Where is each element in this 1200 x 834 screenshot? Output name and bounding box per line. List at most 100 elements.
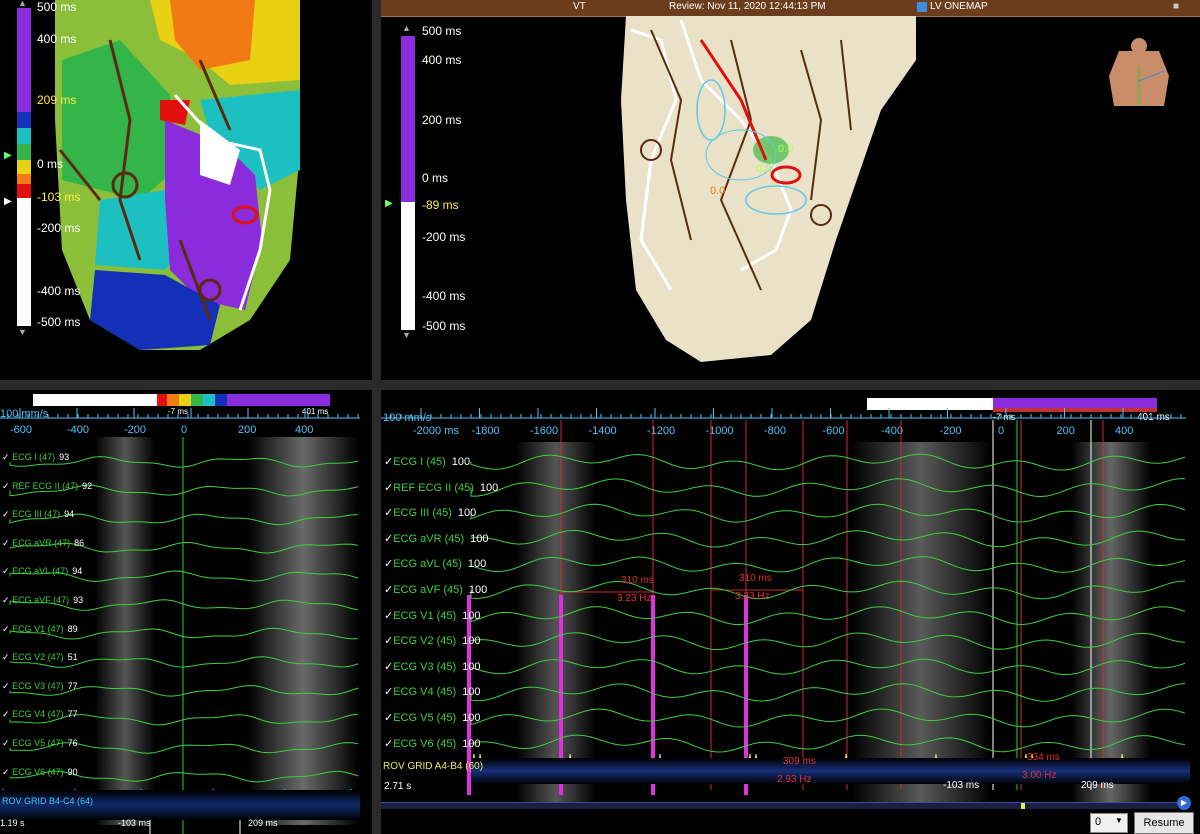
checkmark-icon[interactable]: ✓ — [2, 452, 10, 462]
elapsed-time: 2.71 s — [384, 781, 412, 792]
scale-label: -89 ms — [422, 198, 459, 212]
marker-left-label: -103 ms — [943, 780, 980, 791]
channel-label[interactable]: ✓ ECG V3 (47) 77 — [2, 681, 78, 692]
channel-label[interactable]: ✓ ECG V1 (47) 89 — [2, 624, 78, 635]
channel-label[interactable]: ✓ECG V5 (45) 100 — [384, 711, 481, 724]
channel-label[interactable]: ✓ ECG aVR (47) 86 — [2, 538, 84, 549]
channel-label[interactable]: ✓ ECG I (47) 93 — [2, 452, 69, 463]
channel-gain: 100 — [462, 737, 481, 750]
checkmark-icon[interactable]: ✓ — [384, 686, 393, 698]
channel-gain: 93 — [59, 452, 70, 462]
scale-label: 500 ms — [37, 0, 77, 14]
checkmark-icon[interactable]: ✓ — [384, 507, 393, 519]
play-icon[interactable]: ▶ — [1177, 796, 1191, 810]
channel-label[interactable]: ✓ECG aVR (45) 100 — [384, 532, 489, 545]
horizontal-splitter-right[interactable] — [381, 380, 1200, 390]
scale-label: -200 ms — [422, 230, 466, 244]
channel-label[interactable]: ✓ECG V4 (45) 100 — [384, 685, 481, 698]
checkmark-icon[interactable]: ✓ — [2, 509, 10, 519]
scale-marker-icon[interactable]: ▶ — [385, 198, 393, 209]
checkmark-icon[interactable]: ✓ — [2, 481, 10, 491]
horizontal-splitter-left[interactable] — [0, 380, 372, 390]
channel-label[interactable]: ✓ ECG aVF (47) 93 — [2, 595, 83, 606]
channel-label[interactable]: ✓ECG I (45) 100 — [384, 455, 470, 468]
scale-top-arrow-icon[interactable]: ▲ — [402, 23, 411, 33]
checkmark-icon[interactable]: ✓ — [384, 482, 393, 494]
map-value-label: 0.0 — [778, 143, 794, 155]
checkmark-icon[interactable]: ✓ — [384, 661, 393, 673]
checkmark-icon[interactable]: ✓ — [2, 738, 10, 748]
checkmark-icon[interactable]: ✓ — [2, 538, 10, 548]
channel-gain: 86 — [74, 537, 85, 548]
channel-name: ECG V4 (47) — [12, 709, 64, 720]
checkmark-icon[interactable]: ✓ — [2, 595, 10, 605]
channel-label[interactable]: ✓ECG aVF (45) 100 — [384, 583, 487, 596]
checkmark-icon[interactable]: ✓ — [384, 584, 393, 596]
checkmark-icon[interactable]: ✓ — [2, 624, 10, 634]
ecg-trace — [470, 529, 1186, 548]
scale-marker-icon[interactable]: ▶ — [4, 196, 12, 207]
ecg-trace — [470, 453, 1186, 471]
channel-gain: 94 — [64, 509, 75, 520]
playback-scrollbar[interactable] — [381, 802, 1177, 809]
channel-label[interactable]: ✓ ECG V5 (47) 76 — [2, 738, 78, 749]
marker-right-label: 209 ms — [1081, 780, 1114, 791]
channel-label[interactable]: ✓REF ECG II (45) 100 — [384, 481, 498, 494]
checkmark-icon[interactable]: ✓ — [384, 610, 393, 622]
channel-label[interactable]: ✓ ECG III (47) 94 — [2, 509, 74, 520]
ecg-trace — [470, 683, 1186, 702]
channel-name: ECG I (47) — [12, 452, 56, 462]
channel-label[interactable]: ✓ ECG aVL (47) 94 — [2, 566, 82, 577]
channel-gain: 100 — [457, 507, 477, 520]
channel-label[interactable]: ✓ ECG V6 (47) 90 — [2, 767, 78, 778]
right-map-panel[interactable]: VT Review: Nov 11, 2020 12:44:13 PM LV O… — [381, 0, 1200, 380]
channel-name: ECG aVR (45) — [393, 532, 465, 545]
checkmark-icon[interactable]: ✓ — [384, 635, 393, 647]
step-select-value: 0 — [1095, 816, 1102, 828]
torso-orientation-icon[interactable] — [1099, 36, 1179, 116]
left-map-panel[interactable]: ▲ ▼ ▶ ▶ 500 ms 400 ms 209 ms 0 ms -103 m… — [0, 0, 372, 380]
channel-name: ECG aVR (47) — [12, 537, 71, 548]
scale-bottom-arrow-icon[interactable]: ▼ — [402, 330, 411, 340]
channel-label[interactable]: ✓ ECG V4 (47) 77 — [2, 709, 78, 720]
channel-label[interactable]: ✓ECG aVL (45) 100 — [384, 557, 486, 570]
scale-top-arrow-icon[interactable]: ▲ — [18, 0, 27, 8]
channel-label[interactable]: ✓ ECG V2 (47) 51 — [2, 652, 78, 663]
checkmark-icon[interactable]: ✓ — [2, 709, 10, 719]
right-color-scale[interactable] — [401, 36, 415, 330]
checkmark-icon[interactable]: ✓ — [384, 533, 393, 545]
ecg-trace — [470, 606, 1186, 626]
left-color-scale[interactable] — [17, 8, 31, 326]
left-egm-panel[interactable]: -7 ms 401 ms 100 mm/s -600 -400 -200 0 200 40… — [0, 390, 372, 834]
checkmark-icon[interactable]: ✓ — [2, 767, 10, 777]
vertical-splitter[interactable] — [372, 0, 381, 834]
cycle-length-hz: 3.23 Hz — [735, 591, 770, 602]
scale-marker-icon[interactable]: ▶ — [4, 150, 12, 161]
channel-label[interactable]: ✓ECG V1 (45) 100 — [384, 609, 481, 622]
right-egm-panel[interactable]: -7 ms 401 ms 100 mm/s -2000 ms -1800 -1600… — [381, 390, 1200, 834]
right-anatomy-map[interactable] — [381, 0, 1200, 380]
channel-name: ECG V3 (47) — [12, 680, 64, 691]
channel-name: ECG V6 (45) — [393, 737, 457, 750]
step-select[interactable]: 0 ▼ — [1090, 813, 1128, 833]
channel-label[interactable]: ✓ECG V6 (45) 100 — [384, 737, 481, 750]
channel-name: ECG V3 (45) — [393, 660, 457, 673]
channel-gain: 100 — [451, 456, 471, 468]
checkmark-icon[interactable]: ✓ — [2, 652, 10, 662]
channel-label[interactable]: ✓ECG III (45) 100 — [384, 506, 476, 519]
channel-name: ECG III (45) — [393, 507, 452, 520]
checkmark-icon[interactable]: ✓ — [384, 558, 393, 570]
checkmark-icon[interactable]: ✓ — [2, 681, 10, 691]
channel-gain: 100 — [462, 635, 481, 648]
checkmark-icon[interactable]: ✓ — [384, 738, 393, 750]
cycle-length-hz: 2.93 Hz — [777, 774, 812, 785]
channel-label[interactable]: ✓ECG V3 (45) 100 — [384, 660, 481, 673]
resume-button[interactable]: Resume — [1134, 812, 1194, 834]
channel-label[interactable]: ✓ REF ECG II (47) 92 — [2, 481, 92, 492]
checkmark-icon[interactable]: ✓ — [384, 456, 393, 468]
scale-bottom-arrow-icon[interactable]: ▼ — [18, 327, 27, 337]
checkmark-icon[interactable]: ✓ — [384, 712, 393, 724]
checkmark-icon[interactable]: ✓ — [2, 566, 10, 576]
channel-label[interactable]: ✓ECG V2 (45) 100 — [384, 634, 481, 647]
channel-gain: 100 — [462, 712, 481, 724]
